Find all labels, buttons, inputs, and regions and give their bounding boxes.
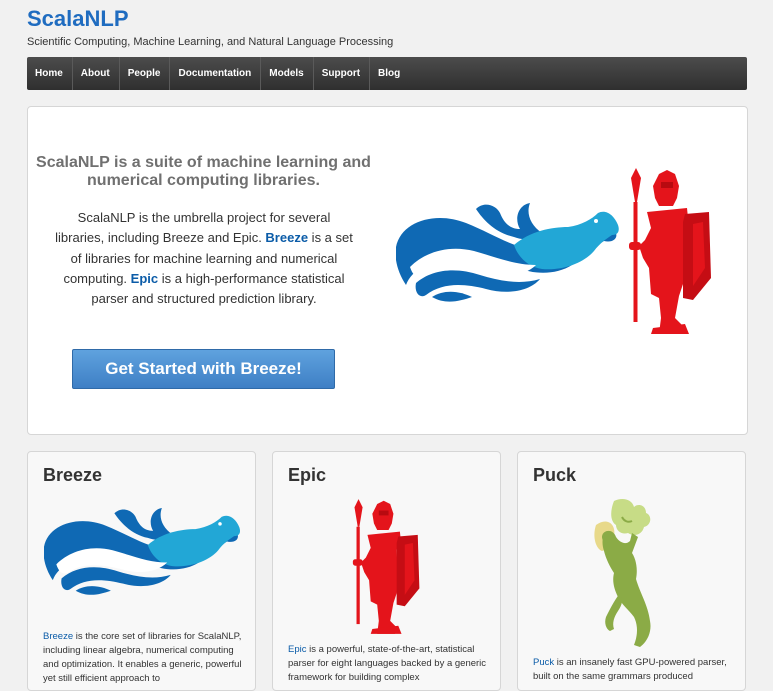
site-subtitle: Scientific Computing, Machine Learning, … (27, 36, 394, 48)
site-title[interactable]: ScalaNLP (27, 6, 129, 32)
puck-fairy-icon (592, 497, 658, 652)
epic-card-text: is a powerful, state-of-the-art, statist… (288, 644, 487, 683)
nav-home[interactable]: Home (27, 57, 73, 90)
epic-knight-icon (623, 168, 713, 339)
breeze-card-title[interactable]: Breeze (43, 465, 102, 486)
breeze-card-description: Breeze is the core set of libraries for … (43, 630, 248, 686)
puck-card-title[interactable]: Puck (533, 465, 576, 486)
puck-card-link[interactable]: Puck (533, 657, 554, 668)
puck-card: Puck Puck is an insanely fast GPU-powere… (517, 451, 746, 691)
breeze-card-link[interactable]: Breeze (43, 631, 73, 642)
nav-people[interactable]: People (120, 57, 171, 90)
hero-description: ScalaNLP is the umbrella project for sev… (54, 208, 354, 309)
breeze-card-text: is the core set of libraries for ScalaNL… (43, 631, 242, 684)
nav-models[interactable]: Models (261, 57, 314, 90)
breeze-card: Breeze Breeze is the core set of librari… (27, 451, 256, 691)
epic-card-title[interactable]: Epic (288, 465, 326, 486)
epic-card-description: Epic is a powerful, state-of-the-art, st… (288, 643, 493, 685)
hero-panel: ScalaNLP is a suite of machine learning … (27, 106, 748, 435)
main-navbar: Home About People Documentation Models S… (27, 57, 747, 90)
epic-card: Epic Epic is a powerful, state-of-the-ar… (272, 451, 501, 691)
nav-documentation[interactable]: Documentation (170, 57, 262, 90)
puck-card-text: is an insanely fast GPU-powered parser, … (533, 657, 727, 682)
epic-card-link[interactable]: Epic (288, 644, 306, 655)
epic-link[interactable]: Epic (131, 271, 158, 286)
epic-knight-icon (348, 499, 421, 639)
nav-blog[interactable]: Blog (370, 57, 409, 90)
breeze-link[interactable]: Breeze (265, 230, 308, 245)
get-started-button[interactable]: Get Started with Breeze! (72, 349, 335, 389)
breeze-wave-dog-icon (43, 504, 242, 605)
hero-heading: ScalaNLP is a suite of machine learning … (36, 154, 371, 189)
nav-support[interactable]: Support (314, 57, 371, 90)
puck-card-description: Puck is an insanely fast GPU-powered par… (533, 656, 738, 684)
breeze-wave-dog-icon (395, 199, 621, 312)
nav-about[interactable]: About (73, 57, 120, 90)
